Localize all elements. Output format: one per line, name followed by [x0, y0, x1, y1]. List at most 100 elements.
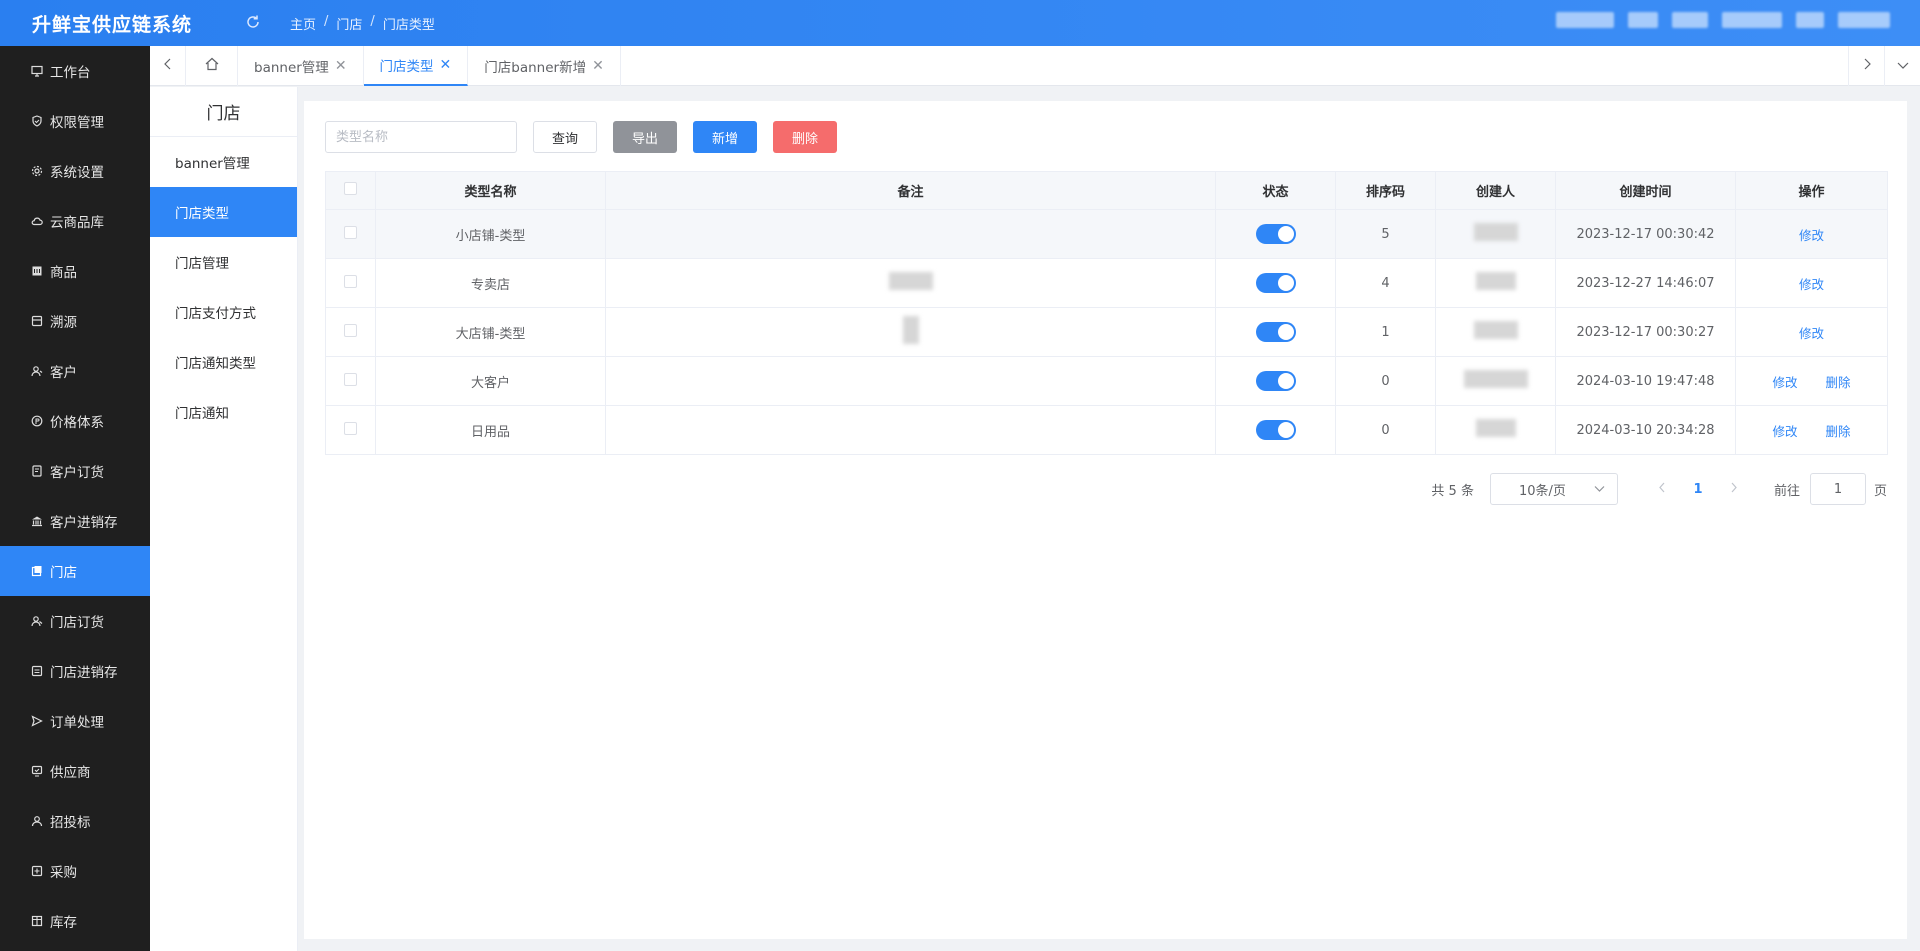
- home-tab[interactable]: [186, 46, 238, 86]
- add-button[interactable]: 新增: [693, 121, 758, 153]
- submenu-item-store-payment[interactable]: 门店支付方式: [150, 287, 297, 337]
- goto-label: 前往: [1773, 483, 1800, 499]
- redacted-creator: [1475, 419, 1516, 437]
- breadcrumb-store[interactable]: 门店: [336, 14, 362, 33]
- cell-creator: [1435, 307, 1556, 357]
- row-select[interactable]: [325, 356, 376, 406]
- next-page-button[interactable]: [1722, 482, 1746, 497]
- page-size-select[interactable]: 10条/页: [1489, 473, 1618, 505]
- delete-button[interactable]: 删除: [773, 121, 838, 153]
- sidebar-item-goods[interactable]: 商品: [0, 246, 150, 296]
- header-creator: 创建人: [1435, 171, 1556, 210]
- cell-status: [1215, 356, 1336, 406]
- submenu-item-store-type[interactable]: 门店类型: [150, 187, 297, 237]
- page-number-current[interactable]: 1: [1686, 482, 1710, 497]
- row-checkbox[interactable]: [344, 421, 357, 435]
- breadcrumb-current: 门店类型: [382, 18, 435, 33]
- tab-banner-management[interactable]: banner管理 ✕: [238, 46, 364, 86]
- edit-link[interactable]: 修改: [1799, 228, 1824, 243]
- export-button[interactable]: 导出: [613, 121, 678, 153]
- submenu: 门店 banner管理 门店类型 门店管理 门店支付方式 门店通知类型 门店通知: [150, 87, 298, 951]
- sidebar-item-permissions[interactable]: 权限管理: [0, 96, 150, 146]
- cell-type-name: 大店铺-类型: [375, 307, 606, 357]
- submenu-item-store-management[interactable]: 门店管理: [150, 237, 297, 287]
- redacted-info: [1672, 12, 1708, 28]
- redacted-info: [1556, 12, 1614, 28]
- sidebar-item-label: 供应商: [50, 765, 91, 781]
- sidebar-item-supplier[interactable]: 供应商: [0, 746, 150, 796]
- status-toggle[interactable]: [1255, 273, 1296, 293]
- goto-page-input[interactable]: 1: [1809, 473, 1866, 505]
- user-area[interactable]: [1556, 12, 1890, 28]
- close-icon[interactable]: ✕: [592, 58, 604, 74]
- status-toggle[interactable]: [1255, 322, 1296, 342]
- sidebar-item-label: 采购: [50, 865, 77, 881]
- customer-icon: [30, 364, 44, 378]
- delete-link[interactable]: 删除: [1826, 424, 1851, 439]
- cell-actions: 修改: [1735, 209, 1888, 259]
- edit-link[interactable]: 修改: [1799, 326, 1824, 341]
- cell-remark: [605, 405, 1216, 455]
- cell-create-time: 2023-12-27 14:46:07: [1555, 258, 1736, 308]
- edit-link[interactable]: 修改: [1772, 375, 1797, 390]
- refresh-icon[interactable]: [244, 13, 262, 31]
- query-button[interactable]: 查询: [533, 121, 598, 153]
- sidebar-item-trace[interactable]: 溯源: [0, 296, 150, 346]
- submenu-item-store-notice-type[interactable]: 门店通知类型: [150, 337, 297, 387]
- row-checkbox[interactable]: [344, 274, 357, 288]
- redacted-info: [1838, 12, 1890, 28]
- table-row: 专卖店 4 2023-12-27 14:46:07 修改: [325, 258, 1888, 308]
- sidebar-item-bidding[interactable]: 招投标: [0, 796, 150, 846]
- sidebar-item-store-order[interactable]: 门店订货: [0, 596, 150, 646]
- sidebar-item-order-processing[interactable]: 订单处理: [0, 696, 150, 746]
- tab-store-banner-add[interactable]: 门店banner新增 ✕: [468, 46, 621, 86]
- sidebar-item-customer-order[interactable]: 客户订货: [0, 446, 150, 496]
- submenu-item-banner-management[interactable]: banner管理: [150, 137, 297, 187]
- select-all-checkbox[interactable]: [344, 182, 357, 195]
- close-icon[interactable]: ✕: [440, 57, 452, 73]
- sidebar-item-store[interactable]: 门店: [0, 546, 150, 596]
- sidebar-item-inventory[interactable]: 库存: [0, 896, 150, 946]
- sidebar-item-customer[interactable]: 客户: [0, 346, 150, 396]
- header-select-all[interactable]: [325, 171, 376, 210]
- tabs-menu-button[interactable]: [1884, 46, 1920, 86]
- cell-creator: [1435, 209, 1556, 259]
- cell-creator: [1435, 258, 1556, 308]
- status-toggle[interactable]: [1255, 420, 1296, 440]
- sidebar-item-store-inventory[interactable]: 门店进销存: [0, 646, 150, 696]
- edit-link[interactable]: 修改: [1799, 277, 1824, 292]
- row-checkbox[interactable]: [344, 225, 357, 239]
- status-toggle[interactable]: [1255, 224, 1296, 244]
- sidebar-item-label: 客户: [50, 365, 77, 381]
- table-row: 小店铺-类型 5 2023-12-17 00:30:42 修改: [325, 209, 1888, 259]
- tabs-scroll-right-button[interactable]: [1848, 46, 1884, 86]
- submenu-item-store-notice[interactable]: 门店通知: [150, 387, 297, 437]
- tab-store-type[interactable]: 门店类型 ✕: [363, 46, 469, 86]
- sidebar-item-price-system[interactable]: 价格体系: [0, 396, 150, 446]
- row-select[interactable]: [325, 307, 376, 357]
- order-icon: [30, 464, 44, 478]
- close-icon[interactable]: ✕: [335, 58, 347, 74]
- row-select[interactable]: [325, 258, 376, 308]
- type-name-search-input[interactable]: [325, 121, 517, 153]
- toolbar: 查询 导出 新增 删除: [325, 121, 838, 153]
- row-select[interactable]: [325, 405, 376, 455]
- cell-sort-code: 4: [1335, 258, 1436, 308]
- delete-link[interactable]: 删除: [1826, 375, 1851, 390]
- sidebar-item-purchase[interactable]: 采购: [0, 846, 150, 896]
- sidebar-item-workbench[interactable]: 工作台: [0, 46, 150, 96]
- pagination: 共 5 条 10条/页 1 前往 1 页: [1431, 473, 1887, 505]
- breadcrumb-home[interactable]: 主页: [290, 14, 316, 33]
- home-icon: [204, 56, 220, 76]
- row-select[interactable]: [325, 209, 376, 259]
- sidebar-item-settings[interactable]: 系统设置: [0, 146, 150, 196]
- sidebar-item-cloud-goods[interactable]: 云商品库: [0, 196, 150, 246]
- row-checkbox[interactable]: [344, 323, 357, 337]
- status-toggle[interactable]: [1255, 371, 1296, 391]
- sidebar-item-customer-inventory[interactable]: 客户进销存: [0, 496, 150, 546]
- avatar[interactable]: [1796, 12, 1824, 28]
- prev-page-button[interactable]: [1650, 482, 1674, 497]
- edit-link[interactable]: 修改: [1772, 424, 1797, 439]
- row-checkbox[interactable]: [344, 372, 357, 386]
- tabs-scroll-left-button[interactable]: [150, 46, 186, 86]
